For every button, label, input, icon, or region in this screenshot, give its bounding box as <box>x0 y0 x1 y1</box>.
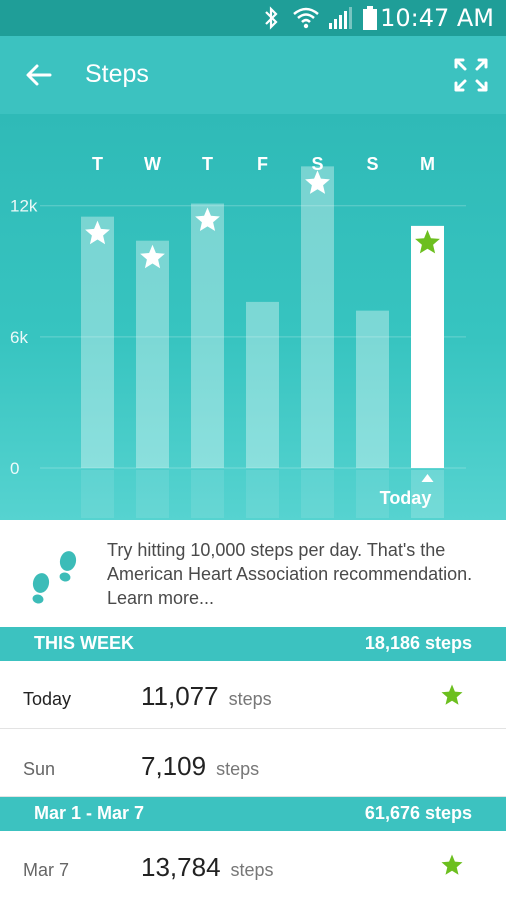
day-label: W <box>144 154 161 174</box>
day-label: T <box>202 154 213 174</box>
goal-star-icon <box>441 684 463 705</box>
tip-text: Try hitting 10,000 steps per day. That's… <box>107 540 473 608</box>
y-tick-label: 6k <box>10 328 28 347</box>
steps-chart: 0 6k 12k T W T F S S M Today <box>0 114 506 520</box>
day-label: S <box>366 154 378 174</box>
bar <box>246 301 279 468</box>
row-value: 13,784 <box>141 852 221 882</box>
today-label: Today <box>380 488 432 508</box>
section-title: Mar 1 - Mar 7 <box>34 803 145 823</box>
row-steps: 11,077 steps <box>141 681 272 712</box>
tip-card[interactable]: Try hitting 10,000 steps per day. That's… <box>0 520 506 628</box>
bar-reflection <box>136 470 169 518</box>
goal-star-icon <box>441 854 463 875</box>
bar <box>301 166 334 468</box>
row-value: 11,077 <box>141 681 219 711</box>
section-header-this-week: THIS WEEK 18,186 steps <box>0 627 506 661</box>
footsteps-icon <box>32 551 77 604</box>
y-tick-label: 12k <box>10 197 38 216</box>
y-tick-label: 0 <box>10 459 19 478</box>
page-title: Steps <box>85 60 149 88</box>
day-label: M <box>420 154 435 174</box>
list-item[interactable]: Sun 7,109 steps <box>0 729 506 797</box>
steps-bar-chart: 06k12kT W T F S S MToday <box>10 154 466 518</box>
row-unit: steps <box>228 689 272 709</box>
status-time: 10:47 AM <box>380 4 494 32</box>
battery-icon <box>363 6 377 30</box>
bluetooth-icon <box>265 6 278 30</box>
row-date: Sun <box>23 759 56 779</box>
wifi-icon <box>293 7 319 29</box>
day-label: F <box>257 154 268 174</box>
expand-icon[interactable] <box>452 56 490 94</box>
section-total: 18,186 steps <box>364 633 472 653</box>
signal-icon <box>329 7 352 29</box>
section-title: THIS WEEK <box>34 633 135 653</box>
app-bar: Steps <box>0 36 506 114</box>
bar-reflection <box>246 470 279 518</box>
section-header-prev-week[interactable]: Mar 1 - Mar 7 61,676 steps <box>0 797 506 831</box>
day-label: T <box>92 154 103 174</box>
row-steps: 7,109 steps <box>141 751 259 782</box>
bar <box>136 240 169 468</box>
status-bar: 10:47 AM <box>0 0 506 36</box>
bar <box>356 310 389 468</box>
list-item[interactable]: Today 11,077 steps <box>0 661 506 729</box>
row-date: Today <box>23 689 72 709</box>
bar-reflection <box>81 470 114 518</box>
bar <box>81 216 114 468</box>
list-item[interactable]: Mar 7 13,784 steps <box>0 831 506 900</box>
bar-reflection <box>301 470 334 518</box>
row-date: Mar 7 <box>23 860 70 880</box>
bar <box>411 225 444 468</box>
bar <box>191 203 224 468</box>
row-value: 7,109 <box>141 751 207 781</box>
bar-reflection <box>191 470 224 518</box>
row-unit: steps <box>216 759 260 779</box>
section-total: 61,676 steps <box>364 803 472 823</box>
row-unit: steps <box>230 860 274 880</box>
arrow-back-icon[interactable] <box>22 58 56 92</box>
row-steps: 13,784 steps <box>141 852 274 883</box>
